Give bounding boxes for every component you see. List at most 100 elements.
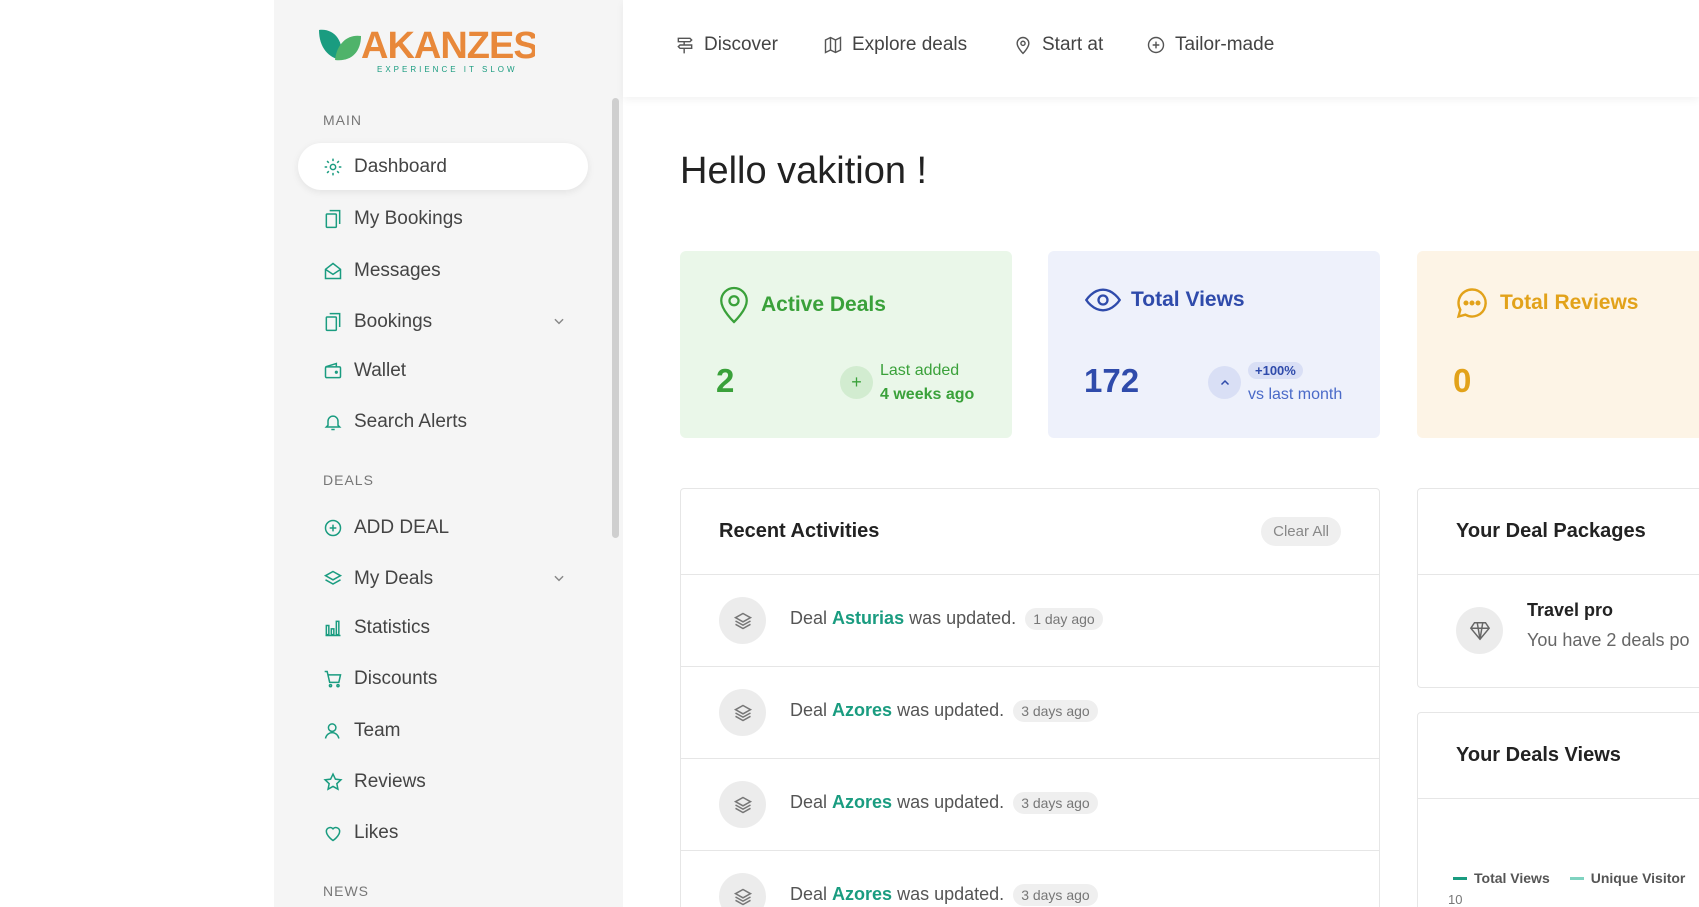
deal-link[interactable]: Asturias [832,608,904,628]
total-reviews-card: Total Reviews 0 [1417,251,1699,438]
nav-label: Tailor-made [1175,34,1275,55]
sidebar-item-my-bookings[interactable]: My Bookings [298,195,588,242]
sidebar-item-likes[interactable]: Likes [298,809,588,856]
sidebar-item-statistics[interactable]: Statistics [298,604,588,651]
sidebar-item-add-deal[interactable]: ADD DEAL [298,504,588,551]
clear-all-button[interactable]: Clear All [1261,517,1341,546]
activity-row: Deal Azores was updated. 3 days ago [681,666,1379,758]
sidebar-item-label: Bookings [354,310,433,332]
legend-total-views[interactable]: Total Views [1474,870,1550,886]
sidebar-item-my-deals[interactable]: My Deals [298,555,588,602]
nav-label: Explore deals [852,34,968,55]
package-name: Travel pro [1527,600,1614,620]
wallet-icon [322,360,344,382]
chart-legend: Total Views Unique Visitor [1453,870,1685,886]
star-icon [322,771,344,793]
chevron-down-icon[interactable] [552,312,566,334]
documents-icon [322,208,344,230]
sidebar-item-team[interactable]: Team [298,707,588,754]
section-news-label: NEWS [323,883,369,899]
activity-text: Deal Azores was updated. 3 days ago [790,700,1098,722]
sidebar-item-wallet[interactable]: Wallet [298,347,588,394]
nav-label: Start at [1042,34,1104,55]
map-icon [823,35,843,55]
sidebar-item-messages[interactable]: Messages [298,247,588,294]
card-header: Total Views [1085,285,1245,315]
deal-link[interactable]: Azores [832,884,892,904]
y-axis-tick: 10 [1448,892,1463,907]
section-main-label: MAIN [323,112,362,128]
activity-row: Deal Azores was updated. 3 days ago [681,758,1379,850]
active-deals-value: 2 [716,362,735,399]
documents-icon [322,311,344,333]
layers-icon [719,597,766,644]
activity-row: Deal Asturias was updated. 1 day ago [681,574,1379,666]
activity-text: Deal Asturias was updated. 1 day ago [790,608,1103,630]
views-trend-label: vs last month [1248,386,1343,403]
legend-unique-visitor[interactable]: Unique Visitor [1591,870,1686,886]
sidebar: AKANZES EXPERIENCE IT SLOW MAIN Dashboar… [274,0,623,907]
bar-chart-icon [322,617,344,639]
nav-tailor-made[interactable]: Tailor-made [1146,34,1274,56]
brand-tagline: EXPERIENCE IT SLOW [377,65,518,74]
sidebar-item-label: Likes [354,821,399,843]
time-badge: 3 days ago [1013,792,1098,814]
sidebar-item-bookings[interactable]: Bookings [298,298,588,345]
recent-activities-panel: Recent Activities Clear All Deal Asturia… [680,488,1380,907]
diamond-icon [1456,607,1503,654]
nav-discover[interactable]: Discover [675,34,778,56]
cart-icon [322,668,344,690]
sidebar-item-label: Discounts [354,667,438,689]
activity-text: Deal Azores was updated. 3 days ago [790,884,1098,906]
package-description: You have 2 deals po [1527,630,1690,650]
sidebar-item-label: Team [354,719,401,741]
sidebar-item-discounts[interactable]: Discounts [298,655,588,702]
active-deals-card: Active Deals 2 + Last added 4 weeks ago [680,251,1012,438]
panel-title: Your Deals Views [1456,744,1621,766]
sidebar-item-reviews[interactable]: Reviews [298,758,588,805]
card-header: Total Reviews [1454,285,1639,321]
sidebar-item-dashboard[interactable]: Dashboard [298,143,588,190]
time-badge: 1 day ago [1025,608,1103,630]
sidebar-scrollbar[interactable] [612,98,619,538]
chat-bubble-icon [1454,285,1490,321]
sidebar-item-label: My Bookings [354,207,463,229]
sidebar-item-label: Reviews [354,770,426,792]
envelope-icon [322,260,344,282]
brand-logo[interactable]: AKANZES EXPERIENCE IT SLOW [315,20,535,74]
last-added-label: Last added [880,362,960,379]
activity-row: Deal Azores was updated. 3 days ago [681,850,1379,907]
views-trend-info: +100% vs last month [1248,359,1342,407]
total-reviews-value: 0 [1453,362,1472,399]
views-trend-badge: +100% [1248,359,1342,383]
deal-link[interactable]: Azores [832,792,892,812]
chevron-down-icon[interactable] [552,569,566,591]
heart-icon [322,822,344,844]
card-title: Total Views [1131,288,1245,311]
sidebar-item-label: ADD DEAL [354,516,450,538]
legend-swatch [1453,876,1467,880]
layers-icon [719,689,766,736]
last-added-time: 4 weeks ago [880,386,975,403]
panel-divider [1418,798,1699,799]
greeting-heading: Hello vakition ! [680,150,928,192]
nav-start-at[interactable]: Start at [1013,34,1103,56]
dashboard-page: AKANZES EXPERIENCE IT SLOW MAIN Dashboar… [0,0,1699,907]
location-pin-icon [1013,35,1033,55]
sidebar-item-search-alerts[interactable]: Search Alerts [298,398,588,445]
card-header: Active Deals [717,285,886,325]
eye-icon [1085,285,1121,315]
top-navigation: Discover Explore deals Start at Tailor-m… [623,0,1699,97]
nav-explore-deals[interactable]: Explore deals [823,34,967,56]
panel-title: Recent Activities [719,520,880,542]
plus-circle-icon [1146,35,1166,55]
section-deals-label: DEALS [323,472,374,488]
package-row: Travel pro You have 2 deals po [1418,574,1699,688]
sidebar-item-label: Dashboard [354,155,447,177]
card-title: Total Reviews [1500,291,1639,314]
layers-icon [719,781,766,828]
deal-link[interactable]: Azores [832,700,892,720]
total-views-value: 172 [1084,362,1140,399]
sidebar-item-label: My Deals [354,567,434,589]
chevron-up-icon [1208,366,1241,399]
